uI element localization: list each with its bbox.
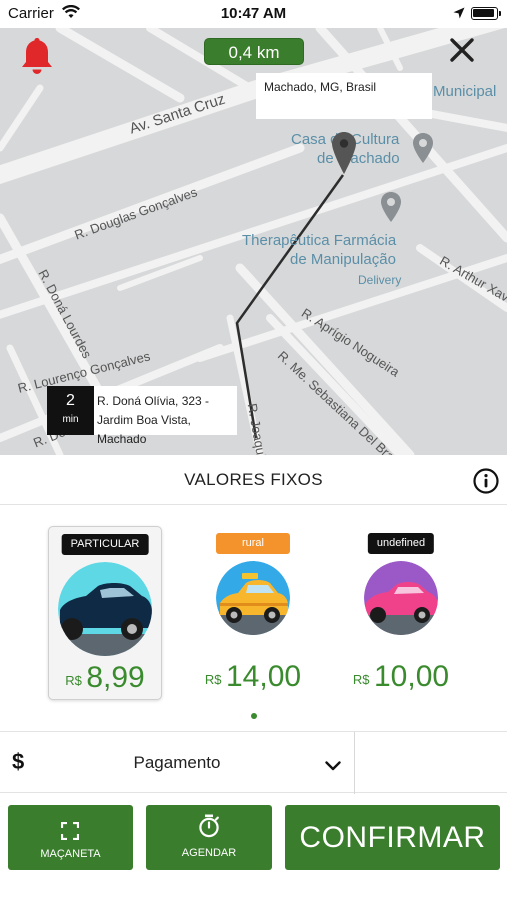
poi-marker-icon	[412, 132, 434, 169]
currency-symbol: R$	[204, 672, 222, 687]
car-dark-icon	[58, 562, 152, 656]
eta-box: 2 min	[47, 386, 94, 435]
fixed-values-title: VALORES FIXOS	[184, 470, 323, 489]
poi-label: de Manipulação	[290, 251, 396, 268]
agendar-button[interactable]: AGENDAR	[146, 805, 272, 870]
battery-icon	[471, 7, 501, 20]
vehicle-option-undefined[interactable]: undefined R$ 10,00	[344, 526, 458, 700]
macaneta-button[interactable]: MAÇANETA	[8, 805, 133, 870]
distance-badge: 0,4 km	[204, 38, 304, 65]
poi-marker-icon	[380, 191, 402, 228]
vehicle-tag: rural	[215, 533, 291, 554]
map-pin-icon	[331, 131, 357, 180]
vehicle-tag: undefined	[367, 533, 435, 554]
poi-label: Delivery	[358, 273, 402, 287]
currency-symbol: R$	[352, 672, 370, 687]
poi-label: Therapêutica Farmácia	[242, 232, 397, 249]
payment-selector[interactable]: $ Pagamento	[0, 731, 507, 794]
price-value: 10,00	[374, 660, 450, 693]
vehicle-price: R$ 10,00	[344, 660, 458, 694]
location-arrow-icon	[453, 6, 465, 24]
payment-label: Pagamento	[133, 753, 221, 772]
origin-address-line2: Jardim Boa Vista, Machado	[97, 413, 191, 446]
vehicle-price: R$ 8,99	[49, 661, 161, 695]
vehicle-carousel[interactable]: PARTICULAR R$ 8,99 rural R$ 14,00 undefi…	[0, 506, 507, 731]
map-view[interactable]: Av. Santa Cruz R. Douglas Gonçalves R. D…	[0, 28, 507, 455]
origin-address-line1: R. Doná Olívia, 323 -	[97, 394, 210, 408]
fixed-values-header: VALORES FIXOS	[0, 455, 507, 505]
taxi-icon	[216, 561, 290, 635]
car-pink-icon	[364, 561, 438, 635]
bell-icon[interactable]	[20, 36, 54, 81]
confirm-button[interactable]: CONFIRMAR	[285, 805, 500, 870]
stopwatch-icon	[198, 814, 220, 843]
vehicle-option-rural[interactable]: rural R$ 14,00	[196, 526, 310, 700]
info-icon[interactable]	[473, 468, 499, 499]
divider	[354, 732, 355, 794]
expand-icon	[60, 821, 80, 845]
macaneta-label: MAÇANETA	[40, 848, 101, 860]
clock: 10:47 AM	[220, 5, 287, 22]
agendar-label: AGENDAR	[181, 847, 237, 859]
currency-symbol: R$	[65, 673, 82, 688]
page-indicator-dot	[251, 713, 257, 719]
eta-unit: min	[62, 414, 79, 425]
poi-label: Municipal	[433, 83, 497, 100]
origin-marker: 2 min R. Doná Olívia, 323 - Jardim Boa V…	[47, 386, 237, 446]
eta-minutes: 2	[66, 392, 75, 409]
close-icon[interactable]	[449, 37, 475, 68]
action-bar: MAÇANETA AGENDAR CONFIRMAR	[0, 794, 507, 900]
vehicle-price: R$ 14,00	[196, 660, 310, 694]
destination-label: Machado, MG, Brasil	[256, 73, 432, 119]
origin-address: R. Doná Olívia, 323 - Jardim Boa Vista, …	[97, 392, 237, 449]
price-value: 14,00	[226, 660, 302, 693]
vehicle-tag: PARTICULAR	[61, 534, 149, 555]
vehicle-option-particular[interactable]: PARTICULAR R$ 8,99	[48, 526, 162, 700]
chevron-down-icon	[325, 758, 341, 776]
poi-label: de Machado	[317, 150, 400, 167]
status-bar: Carrier 10:47 AM	[0, 0, 507, 28]
price-value: 8,99	[86, 661, 145, 694]
